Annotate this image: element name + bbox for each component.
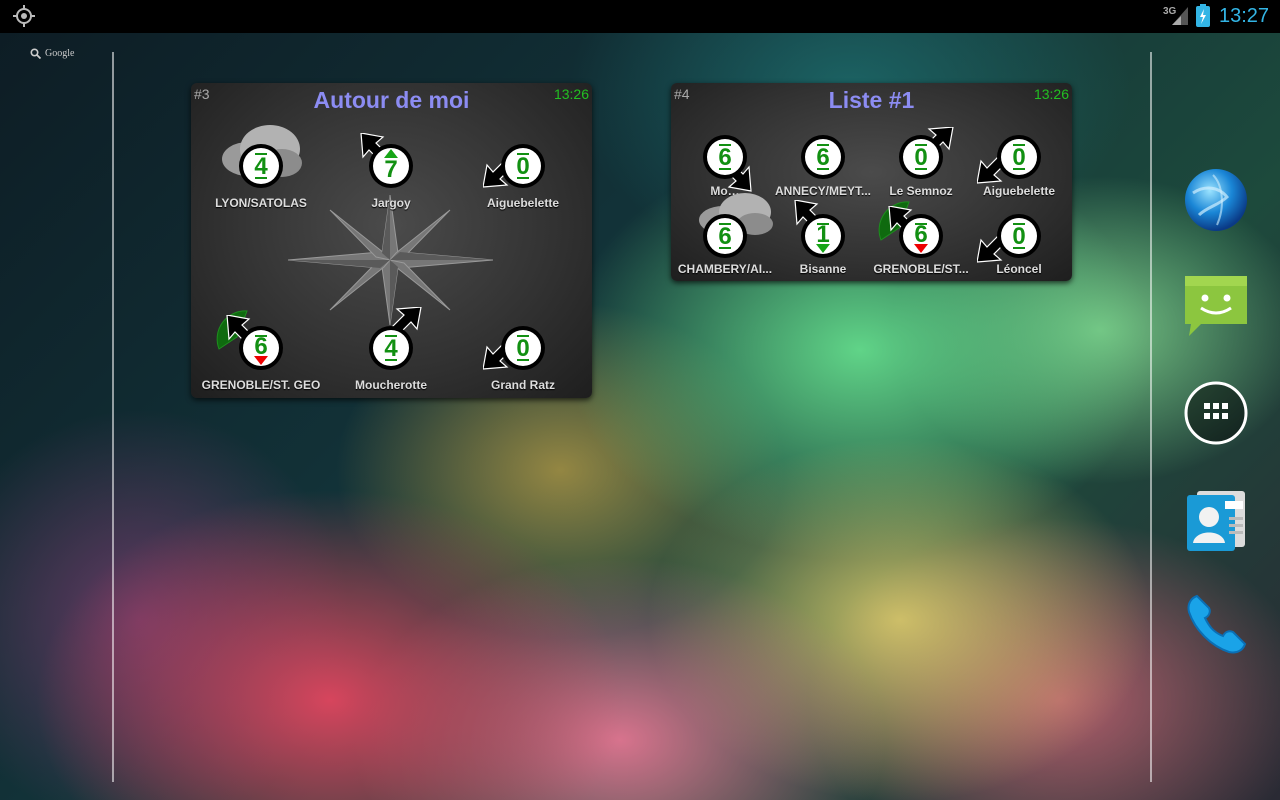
- station-leoncel[interactable]: 0 Léoncel: [969, 210, 1069, 290]
- wind-badge: 0: [501, 144, 545, 188]
- contacts-icon[interactable]: [1183, 487, 1249, 553]
- widget-time: 13:26: [1033, 86, 1069, 102]
- wind-badge: 0: [997, 214, 1041, 258]
- screen-edge-right: [1150, 52, 1152, 782]
- station-label: Moucherotte: [355, 378, 427, 392]
- gps-icon: [13, 5, 35, 27]
- widget-title: Liste #1: [828, 87, 915, 113]
- wind-badge: 6: [703, 214, 747, 258]
- wind-badge: 0: [997, 135, 1041, 179]
- wind-badge: 6: [899, 214, 943, 258]
- station-moucherotte[interactable]: 4 Moucherotte: [341, 307, 441, 397]
- app-drawer-icon[interactable]: [1183, 380, 1249, 446]
- signal-icon: [1172, 7, 1188, 25]
- station-label: Aiguebelette: [982, 184, 1055, 198]
- station-grand-ratz[interactable]: 0 Grand Ratz: [473, 317, 573, 397]
- station-annecy-meyt[interactable]: 6 ANNECY/MEYT...: [773, 131, 873, 211]
- station-grenoble-st-geo[interactable]: 6 GRENOBLE/ST. GEO: [202, 310, 320, 397]
- wind-badge: 6: [239, 326, 283, 370]
- wind-badge: 0: [501, 326, 545, 370]
- station-label: Aiguebelette: [486, 196, 559, 210]
- widget-time: 13:26: [553, 86, 589, 102]
- search-icon: [30, 48, 42, 60]
- google-search-label: Google: [45, 48, 75, 59]
- station-label: GRENOBLE/ST. GEO: [201, 378, 321, 392]
- station-label: Léoncel: [996, 262, 1042, 276]
- battery-icon: [1196, 4, 1210, 27]
- wind-widget-liste[interactable]: #4 Liste #1 13:26 6 Mo… 6 ANNECY/MEYT...…: [671, 83, 1072, 281]
- station-aiguebelette[interactable]: 0 Aiguebelette: [969, 131, 1069, 211]
- station-le-semnoz[interactable]: 0 Le Semnoz: [871, 127, 971, 211]
- wind-badge: 7: [369, 144, 413, 188]
- widget-title: Autour de moi: [313, 87, 470, 113]
- browser-globe-icon[interactable]: [1183, 167, 1249, 233]
- station-bisanne[interactable]: 1 Bisanne: [773, 200, 873, 290]
- wind-badge: 4: [239, 144, 283, 188]
- google-search-bar[interactable]: Google: [30, 48, 75, 60]
- station-grenoble-st[interactable]: 6 GRENOBLE/ST...: [871, 201, 971, 290]
- station-jargoy[interactable]: 7 Jargoy: [341, 133, 441, 215]
- station-lyon-satolas[interactable]: 4 LYON/SATOLAS: [211, 125, 311, 215]
- screen-edge-left: [112, 52, 114, 782]
- status-clock: 13:27: [1219, 5, 1270, 27]
- station-chambery-ai[interactable]: 6 CHAMBERY/AI...: [675, 193, 775, 290]
- wind-badge: 6: [801, 135, 845, 179]
- phone-icon[interactable]: [1183, 592, 1249, 658]
- station-aiguebelette[interactable]: 0 Aiguebelette: [473, 135, 573, 215]
- status-bar: 3G 13:27: [0, 0, 1280, 33]
- wind-badge: 1: [801, 214, 845, 258]
- wind-badge: 0: [899, 135, 943, 179]
- station-label: Grand Ratz: [490, 378, 555, 392]
- wind-widget-autour[interactable]: #3 Autour de moi 13:26 4 LYON/SATOLAS 7 …: [191, 83, 592, 398]
- wind-badge: 4: [369, 326, 413, 370]
- station-label: LYON/SATOLAS: [215, 196, 307, 210]
- wind-badge: 6: [703, 135, 747, 179]
- station-label: Jargoy: [371, 196, 411, 210]
- messaging-icon[interactable]: [1183, 272, 1249, 338]
